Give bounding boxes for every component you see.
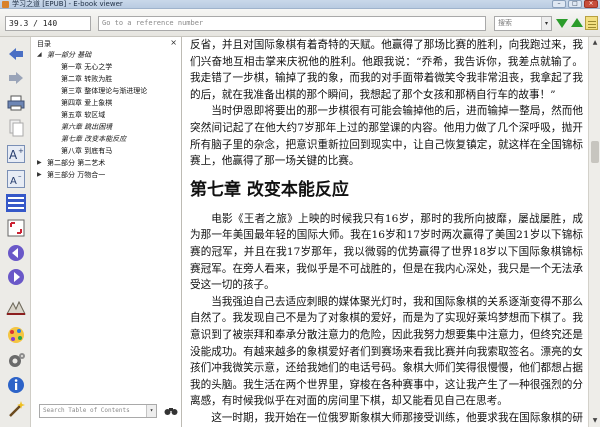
reference-mode-icon [7, 326, 24, 343]
paragraph: 当我强迫自己去适应刺眼的媒体聚光灯时，我和国际象棋的关系逐渐变得不那么自然了。我… [190, 295, 583, 408]
position-input[interactable]: 39.3 / 140 [5, 16, 91, 31]
next-page-icon [7, 268, 24, 285]
wand-icon [8, 400, 25, 417]
toc-tree: ◢ 第一部分 基础 第一章 无心之学 第二章 转败为胜 第三章 整体理论与渐进理… [35, 49, 179, 181]
arrow-up-icon [571, 18, 583, 27]
title-bar: 学习之道 [EPUB] - E-book viewer – □ × [0, 0, 600, 9]
open-ebook-button[interactable] [5, 398, 26, 419]
forward-arrow-icon [8, 71, 23, 84]
toc-item-chapter-4[interactable]: 第四章 爱上象棋 [35, 97, 179, 109]
toc-close-icon[interactable]: × [170, 38, 177, 47]
back-button[interactable] [5, 43, 26, 64]
toc-item-label: 第一部分 基础 [47, 51, 92, 59]
notes-button[interactable] [583, 15, 599, 31]
print-icon [7, 95, 24, 110]
left-toolbar: A + A – [0, 37, 31, 427]
toc-item-part-2[interactable]: ▶ 第二部分 第二艺术 [35, 157, 179, 169]
font-larger-icon: A + [6, 144, 25, 163]
search-label: 搜索 [498, 19, 512, 27]
toc-item-label: 第三部分 万物合一 [47, 171, 106, 179]
toc-item-chapter-7[interactable]: 第七章 改变本能反应 [35, 133, 179, 145]
scroll-down-icon[interactable]: ▼ [591, 417, 599, 425]
toc-item-chapter-3[interactable]: 第三章 整体理论与渐进理论 [35, 85, 179, 97]
collapse-triangle-icon[interactable]: ◢ [37, 49, 42, 61]
paragraph: 电影《王者之旅》上映的时候我只有16岁，那时的我所向披靡，屡战屡胜，成为那一年美… [190, 212, 583, 292]
copy-button[interactable] [5, 117, 26, 138]
metadata-button[interactable] [5, 374, 26, 395]
bookmark-icon [5, 300, 26, 315]
minimize-button[interactable]: – [552, 0, 566, 8]
search-input[interactable]: 搜索 ▾ [494, 16, 552, 31]
toc-item-chapter-5[interactable]: 第五章 软区域 [35, 109, 179, 121]
reference-mode-button[interactable] [5, 324, 26, 345]
find-next-button[interactable] [554, 15, 570, 31]
arrow-down-icon [556, 19, 568, 28]
expand-triangle-icon[interactable]: ▶ [37, 157, 42, 169]
toc-button[interactable] [5, 192, 26, 213]
preferences-button[interactable] [5, 350, 26, 371]
paragraph: 这一时期，我开始在一位俄罗斯象棋大师那接受训练，他要求我在国际象棋的研究中， [211, 411, 583, 424]
toc-search-dropdown-icon[interactable]: ▾ [146, 405, 156, 417]
paragraph: 反省，并且对国际象棋有着奇特的天赋。他赢得了那场比赛的胜利，向我跑过来，我们兴奋… [190, 39, 583, 101]
binoculars-icon[interactable] [164, 404, 178, 418]
reading-pane[interactable]: 反省，并且对国际象棋有着奇特的天赋。他赢得了那场比赛的胜利，向我跑过来，我们兴奋… [183, 37, 588, 427]
toc-item-part-3[interactable]: ▶ 第三部分 万物合一 [35, 169, 179, 181]
font-smaller-icon: A – [6, 169, 25, 188]
bookmark-button[interactable] [5, 297, 26, 318]
window-title: 学习之道 [EPUB] - E-book viewer [12, 0, 123, 8]
gear-icon [8, 352, 25, 367]
previous-page-icon [7, 244, 24, 261]
expand-triangle-icon[interactable]: ▶ [37, 169, 42, 181]
svg-text:–: – [18, 172, 22, 180]
svg-text:A: A [9, 148, 18, 162]
toc-search-input[interactable]: Search Table of Contents ▾ [39, 404, 157, 418]
maximize-button[interactable]: □ [568, 0, 582, 8]
notepad-icon [585, 16, 598, 30]
search-dropdown-icon[interactable]: ▾ [541, 17, 551, 30]
toc-item-chapter-6[interactable]: 第六章 跳出困境 [35, 121, 179, 133]
chapter-title: 第七章 改变本能反应 [190, 179, 349, 200]
window-controls: – □ × [552, 0, 598, 9]
next-page-button[interactable] [5, 266, 26, 287]
app-icon [2, 1, 9, 8]
svg-text:+: + [18, 147, 24, 155]
toc-item-chapter-1[interactable]: 第一章 无心之学 [35, 61, 179, 73]
vertical-scrollbar[interactable]: ▲ ▼ [588, 37, 600, 427]
toc-panel: 目录 × ◢ 第一部分 基础 第一章 无心之学 第二章 转败为胜 第三章 整体理… [31, 37, 182, 427]
book-content: 反省，并且对国际象棋有着奇特的天赋。他赢得了那场比赛的胜利，向我跑过来，我们兴奋… [190, 37, 583, 427]
toc-header: 目录 [37, 40, 51, 48]
reference-input[interactable]: Go to a reference number [98, 16, 486, 31]
toc-icon [5, 193, 26, 212]
print-button[interactable] [5, 92, 26, 113]
copy-icon [9, 119, 23, 136]
fullscreen-icon [7, 219, 24, 236]
scroll-up-icon[interactable]: ▲ [591, 39, 599, 47]
toolbar: 39.3 / 140 Go to a reference number 搜索 ▾ [0, 9, 600, 37]
paragraph: 当时伊恩即将要出的那一步棋很有可能会输掉他的后，进而输掉一整局，然而他突然间记起… [190, 105, 583, 168]
font-smaller-button[interactable]: A – [5, 168, 26, 189]
scroll-thumb[interactable] [591, 141, 599, 163]
fullscreen-button[interactable] [5, 217, 26, 238]
toc-search-placeholder: Search Table of Contents [43, 407, 130, 414]
previous-page-button[interactable] [5, 242, 26, 263]
close-button[interactable]: × [584, 0, 598, 8]
toc-item-chapter-8[interactable]: 第八章 到底有马 [35, 145, 179, 157]
forward-button[interactable] [5, 67, 26, 88]
toc-item-label: 第二部分 第二艺术 [47, 159, 106, 167]
font-larger-button[interactable]: A + [5, 143, 26, 164]
back-arrow-icon [8, 47, 23, 60]
toc-item-part-1[interactable]: ◢ 第一部分 基础 [35, 49, 179, 61]
info-icon [7, 376, 24, 393]
toc-item-chapter-2[interactable]: 第二章 转败为胜 [35, 73, 179, 85]
svg-text:A: A [10, 176, 17, 187]
